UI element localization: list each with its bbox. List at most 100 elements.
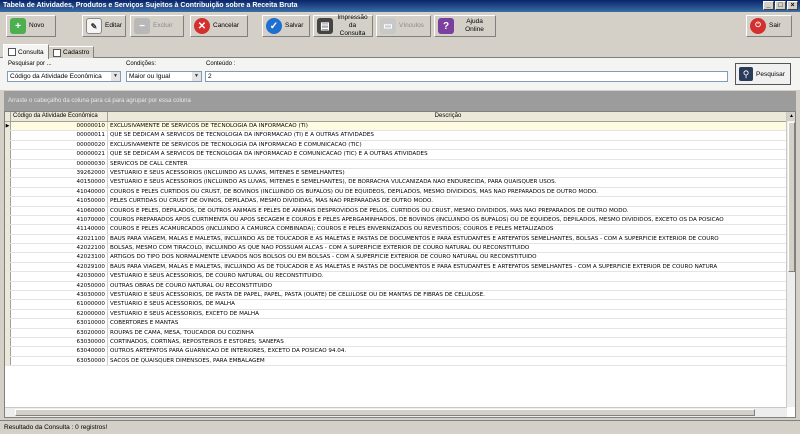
table-row[interactable]: 43030000 VESTUARIO E SEUS ACESSORIOS, DE … <box>5 291 787 301</box>
cell-descricao[interactable]: BAUS PARA VIAGEM, MALAS E MALETAS, INCLU… <box>108 263 787 271</box>
cell-descricao[interactable]: OUTROS ARTEFATOS PARA GUARNICAO DE INTER… <box>108 347 787 355</box>
table-row[interactable]: 41140000 COUROS E PELES ACAMURCADOS (INCL… <box>5 225 787 235</box>
cell-codigo[interactable]: 63010000 <box>11 319 108 328</box>
cell-descricao[interactable]: COUROS E PELES ACAMURCADOS (INCLUINDO A … <box>108 225 787 233</box>
table-row[interactable]: 00000021 QUE SE DEDICAM A SERVICOS DE TEC… <box>5 150 787 160</box>
table-row[interactable]: 63010000 COBERTORES E MANTAS <box>5 319 787 329</box>
vertical-scrollbar[interactable]: ▲ <box>786 112 795 407</box>
cell-descricao[interactable]: EXCLUSIVAMENTE DE SERVICOS DE TECNOLOGIA… <box>108 122 787 131</box>
scroll-thumb[interactable] <box>788 122 795 272</box>
cell-codigo[interactable]: 63050000 <box>11 356 108 366</box>
cell-codigo[interactable]: 41140000 <box>11 225 108 234</box>
table-row[interactable]: 61000000 VESTUARIO E SEUS ACESSORIOS, DE … <box>5 300 787 310</box>
table-row[interactable]: 00000020 EXCLUSIVAMENTE DE SERVICOS DE TE… <box>5 140 787 151</box>
cell-codigo[interactable]: 42021100 <box>11 234 108 244</box>
cell-codigo[interactable]: 42023100 <box>11 253 108 262</box>
cell-descricao[interactable]: QUE SE DEDICAM A SERVICOS DE TECNOLOGIA … <box>108 131 787 139</box>
cell-codigo[interactable]: 00000011 <box>11 131 108 140</box>
scroll-up-icon[interactable]: ▲ <box>787 112 795 121</box>
tab-consulta[interactable]: Consulta <box>3 44 49 59</box>
cell-descricao[interactable]: VESTUARIO E SEUS ACESSORIOS, DE PASTA DE… <box>108 291 787 299</box>
table-row[interactable]: 00000030 SERVICOS DE CALL CENTER <box>5 159 787 169</box>
table-row[interactable]: 40150000 VESTUARIO E SEUS ACESSORIOS (INC… <box>5 178 787 188</box>
cell-descricao[interactable]: SACOS DE QUAISQUER DIMENSOES, PARA EMBAL… <box>108 357 787 365</box>
cell-codigo[interactable]: 41050000 <box>11 197 108 206</box>
condicoes-select[interactable]: Maior ou Igual ▼ <box>126 71 202 82</box>
cell-codigo[interactable]: 40150000 <box>11 178 108 187</box>
table-row[interactable]: 62000000 VESTUARIO E SEUS ACESSORIOS, EXC… <box>5 309 787 320</box>
chevron-down-icon[interactable]: ▼ <box>111 72 120 81</box>
cell-descricao[interactable]: VESTUARIO E SEUS ACESSORIOS (INCLUINDO A… <box>108 178 787 186</box>
cell-descricao[interactable]: PELES CURTIDAS OU CRUST DE OVINOS, DEPIL… <box>108 197 787 205</box>
cell-codigo[interactable]: 42030000 <box>11 272 108 281</box>
pesquisar-por-select[interactable]: Código da Atividade Econômica ▼ <box>7 71 121 82</box>
vinculos-button[interactable]: ▭ Vínculos <box>376 15 431 37</box>
table-row[interactable]: 41060000 COUROS E PELES, DEPILADOS, DE OU… <box>5 206 787 216</box>
novo-button[interactable]: + Novo <box>6 15 56 37</box>
conteudo-input[interactable]: 2 <box>205 71 728 82</box>
excluir-button[interactable]: − Excluir <box>130 15 184 37</box>
sair-button[interactable]: ⏻ Sair <box>746 15 792 37</box>
h-scroll-thumb[interactable] <box>15 409 755 416</box>
cell-descricao[interactable]: ARTIGOS DO TIPO DOS NORMALMENTE LEVADOS … <box>108 253 787 261</box>
cell-descricao[interactable]: BAUS PARA VIAGEM, MALAS E MALETAS, INCLU… <box>108 235 787 243</box>
cell-descricao[interactable]: VESTUARIO E SEUS ACESSORIOS, EXCETO DE M… <box>108 310 787 318</box>
cell-descricao[interactable]: QUE SE DEDICAM A SERVICOS DE TECNOLOGIA … <box>108 150 787 158</box>
cell-codigo[interactable]: 42050000 <box>11 281 108 290</box>
cell-codigo[interactable]: 43030000 <box>11 291 108 300</box>
table-row[interactable]: 42022100 BOLSAS, MESMO COM TIRACOLO, INCL… <box>5 244 787 254</box>
table-row[interactable]: 42050000 OUTRAS OBRAS DE COURO NATURAL OU… <box>5 281 787 292</box>
cell-codigo[interactable]: 00000020 <box>11 140 108 150</box>
table-row[interactable]: 42030000 VESTUARIO E SEUS ACESSORIOS, DE … <box>5 272 787 282</box>
cell-descricao[interactable]: ROUPAS DE CAMA, MESA, TOUCADOR OU COZINH… <box>108 329 787 337</box>
table-row[interactable]: 41040000 COUROS E PELES CURTIDOS OU CRUST… <box>5 187 787 198</box>
impressao-button[interactable]: ▤ Impressão da Consulta <box>313 14 373 37</box>
cell-codigo[interactable]: 41040000 <box>11 187 108 197</box>
table-row[interactable]: 63030000 CORTINADOS, CORTINAS, REPOSTEIRO… <box>5 337 787 348</box>
chevron-down-icon[interactable]: ▼ <box>192 72 201 81</box>
table-row[interactable]: 63020000 ROUPAS DE CAMA, MESA, TOUCADOR O… <box>5 328 787 338</box>
table-row[interactable]: 39262000 VESTUARIO E SEUS ACESSORIOS (INC… <box>5 168 787 179</box>
column-header-descricao[interactable]: Descrição <box>108 112 787 121</box>
table-row[interactable]: ▶ 00000010 EXCLUSIVAMENTE DE SERVICOS DE T… <box>5 122 787 132</box>
cell-descricao[interactable]: VESTUARIO E SEUS ACESSORIOS, DE MALHA <box>108 300 787 308</box>
group-by-area[interactable]: Arraste o cabeçalho da coluna para cá pa… <box>4 91 796 111</box>
table-row[interactable]: 41070000 COUROS PREPARADOS APOS CURTIMENT… <box>5 215 787 226</box>
editar-button[interactable]: ✎ Editar <box>82 15 126 37</box>
cell-descricao[interactable]: CORTINADOS, CORTINAS, REPOSTEIROS E ESTO… <box>108 338 787 346</box>
horizontal-scrollbar[interactable] <box>5 407 787 417</box>
cell-codigo[interactable]: 00000010 <box>11 122 108 131</box>
cell-codigo[interactable]: 42029100 <box>11 262 108 272</box>
cell-codigo[interactable]: 42022100 <box>11 244 108 253</box>
ajuda-button[interactable]: ? Ajuda Online <box>434 15 496 37</box>
table-row[interactable]: 63050000 SACOS DE QUAISQUER DIMENSOES, PA… <box>5 356 787 367</box>
cell-descricao[interactable]: SERVICOS DE CALL CENTER <box>108 160 787 168</box>
cell-codigo[interactable]: 00000030 <box>11 159 108 168</box>
column-header-codigo[interactable]: Código da Atividade Econômica <box>11 112 108 121</box>
table-row[interactable]: 42023100 ARTIGOS DO TIPO DOS NORMALMENTE … <box>5 253 787 263</box>
cell-codigo[interactable]: 63020000 <box>11 328 108 337</box>
cell-descricao[interactable]: COBERTORES E MANTAS <box>108 319 787 327</box>
cell-descricao[interactable]: OUTRAS OBRAS DE COURO NATURAL OU RECONST… <box>108 282 787 290</box>
cell-descricao[interactable]: COUROS E PELES, DEPILADOS, DE OUTROS ANI… <box>108 207 787 215</box>
pesquisar-button[interactable]: ⚲ Pesquisar <box>735 63 791 85</box>
cell-codigo[interactable]: 63040000 <box>11 347 108 356</box>
cell-codigo[interactable]: 61000000 <box>11 300 108 309</box>
tab-cadastro[interactable]: Cadastro <box>48 46 95 58</box>
close-button[interactable]: × <box>787 1 798 10</box>
cell-codigo[interactable]: 63030000 <box>11 337 108 347</box>
cell-codigo[interactable]: 62000000 <box>11 309 108 319</box>
table-row[interactable]: 42029100 BAUS PARA VIAGEM, MALAS E MALETA… <box>5 262 787 273</box>
maximize-button[interactable]: □ <box>775 1 786 10</box>
cell-descricao[interactable]: VESTUARIO E SEUS ACESSORIOS (INCLUINDO A… <box>108 169 787 177</box>
cell-descricao[interactable]: EXCLUSIVAMENTE DE SERVICOS DE TECNOLOGIA… <box>108 141 787 149</box>
cell-descricao[interactable]: COUROS E PELES CURTIDOS OU CRUST, DE BOV… <box>108 188 787 196</box>
cell-descricao[interactable]: VESTUARIO E SEUS ACESSORIOS, DE COURO NA… <box>108 272 787 280</box>
cell-codigo[interactable]: 39262000 <box>11 168 108 178</box>
table-row[interactable]: 00000011 QUE SE DEDICAM A SERVICOS DE TEC… <box>5 131 787 141</box>
minimize-button[interactable]: _ <box>763 1 774 10</box>
cell-descricao[interactable]: BOLSAS, MESMO COM TIRACOLO, INCLUINDO AS… <box>108 244 787 252</box>
table-row[interactable]: 63040000 OUTROS ARTEFATOS PARA GUARNICAO … <box>5 347 787 357</box>
cancelar-button[interactable]: ✕ Cancelar <box>190 15 248 37</box>
cell-descricao[interactable]: COUROS PREPARADOS APOS CURTIMENTA OU APO… <box>108 216 787 224</box>
